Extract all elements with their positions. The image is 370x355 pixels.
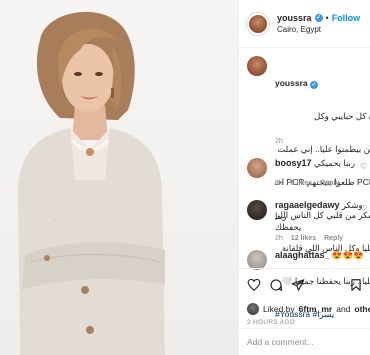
liked-by-and: and [336, 304, 351, 314]
liked-by-prefix: Liked by [263, 304, 295, 314]
separator-dot: • [325, 13, 329, 23]
author-avatar[interactable] [247, 12, 269, 35]
caption-time[interactable]: 2h [275, 138, 283, 145]
liked-by-others[interactable]: others [354, 304, 370, 314]
post-header: youssra ✓ • Follow Cairo, Egypt [239, 0, 370, 48]
comment-text-continued: يحفظك [275, 222, 302, 232]
commenter-username[interactable]: boosy17 [275, 158, 312, 168]
add-comment-input[interactable]: Add a comment... [239, 328, 370, 355]
verified-badge-icon: ✓ [314, 14, 323, 22]
comment-reply-button[interactable]: Reply [320, 180, 339, 187]
comment-like-icon[interactable]: ♡ [360, 162, 367, 171]
caption-line: نين بيطمنوا عليا.. إني عملت 2 [277, 144, 370, 154]
post-side-panel: youssra ✓ • Follow Cairo, Egypt youssra … [238, 0, 370, 355]
post-photo[interactable] [0, 0, 238, 355]
commenter-avatar[interactable] [247, 200, 267, 220]
comment-item: boosy17 ربنا يحميكي ♡ 1h 8 likes Reply [247, 158, 370, 187]
commenter-username[interactable]: alaaghattas_ [275, 250, 330, 260]
verified-badge-icon: ✓ [309, 81, 318, 89]
commenter-avatar[interactable] [247, 250, 267, 270]
comment-likes[interactable]: 8 likes [291, 180, 312, 187]
heart-icon[interactable] [247, 278, 261, 292]
commenter-username[interactable]: ragaaelgedawy [275, 200, 340, 210]
comment-reply-button[interactable]: Reply [324, 235, 343, 242]
bookmark-icon[interactable] [349, 278, 363, 292]
caption-avatar[interactable] [247, 56, 267, 76]
comment-icon[interactable] [269, 278, 283, 292]
caption-line: ن كل حبايبي وكل [314, 111, 370, 121]
comment-likes[interactable]: 12 likes [291, 235, 316, 242]
commenter-avatar[interactable] [247, 158, 267, 178]
instagram-post: youssra ✓ • Follow Cairo, Egypt youssra … [0, 0, 370, 355]
liked-by: Liked by 6ftm_mr and others [247, 303, 370, 315]
comment-time[interactable]: 2h [275, 235, 283, 242]
share-icon[interactable] [291, 278, 305, 292]
comment-like-icon[interactable]: ♡ [360, 204, 367, 213]
woman-portrait-image [18, 11, 165, 355]
comment-text: ربنا يحميكي [313, 158, 355, 168]
location-link[interactable]: Cairo, Egypt [277, 25, 360, 34]
comment-time[interactable]: 1h [275, 180, 283, 187]
liker-username[interactable]: 6ftm_mr [299, 304, 333, 314]
comment-text: 😍😍😍 [331, 250, 364, 260]
liker-avatar[interactable] [247, 303, 259, 315]
caption-username[interactable]: youssra [275, 78, 308, 88]
post-caption: youssra ✓ ن كل حبايبي وكل نين بيطمنوا عل… [247, 56, 370, 319]
author-username[interactable]: youssra [277, 13, 312, 23]
comment-item: alaaghattas_ 😍😍😍 [247, 250, 370, 270]
comment-item: ragaaelgedawy وشكر ربنا يحفظك ♡ 2h 12 li… [247, 200, 370, 242]
follow-button[interactable]: Follow [332, 13, 361, 23]
post-actions: Liked by 6ftm_mr and others 2 HOURS AGO [239, 268, 370, 326]
post-timestamp[interactable]: 2 HOURS AGO [247, 319, 363, 326]
